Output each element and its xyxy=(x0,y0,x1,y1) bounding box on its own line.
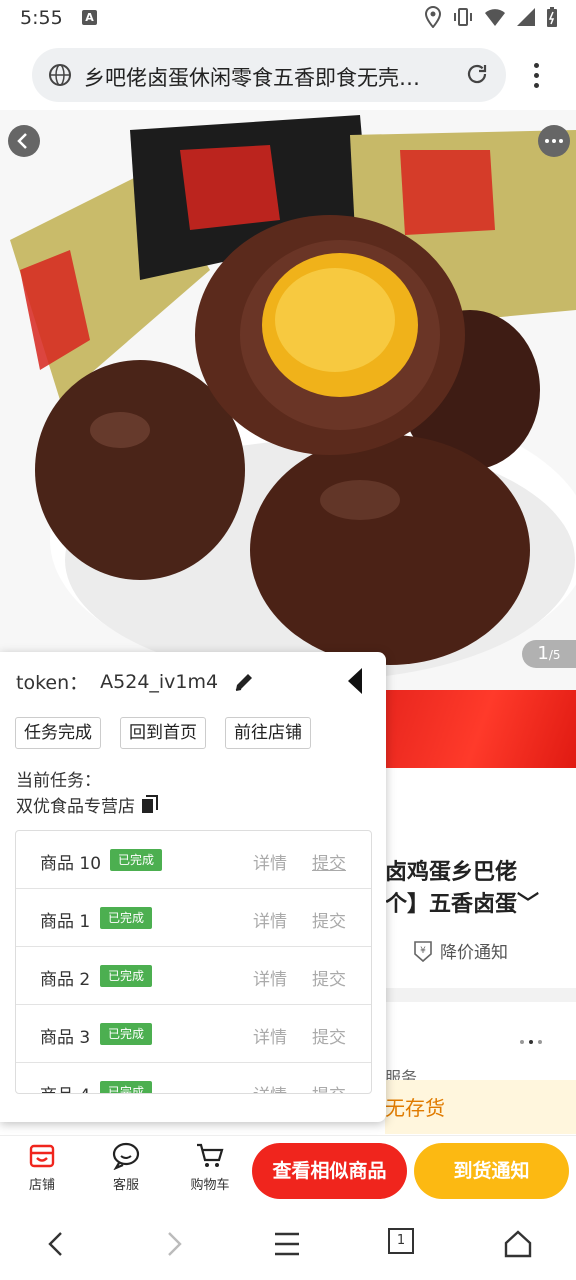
back-arrow-icon xyxy=(17,133,27,149)
row-detail-link[interactable]: 详情 xyxy=(253,907,287,932)
product-photo xyxy=(0,110,576,690)
nav-menu-icon[interactable] xyxy=(272,1228,302,1260)
product-image[interactable] xyxy=(0,110,576,690)
table-row: 商品 1 已完成 详情 提交 xyxy=(16,889,371,947)
vibrate-icon xyxy=(454,8,472,26)
row-submit-link[interactable]: 提交 xyxy=(312,1023,346,1048)
status-time: 5:55 xyxy=(20,7,63,29)
status-bar: 5:55 A xyxy=(0,0,576,36)
token-label: token： xyxy=(16,672,89,694)
token-row: token： A524_iv1m4 xyxy=(16,668,256,695)
wifi-icon xyxy=(485,9,505,26)
cart-icon xyxy=(197,1143,224,1167)
row-submit-link[interactable]: 提交 xyxy=(312,907,346,932)
cart-button[interactable]: 购物车 xyxy=(180,1142,240,1193)
service-label-text: 客服 xyxy=(112,1178,139,1193)
table-row: 商品 3 已完成 详情 提交 xyxy=(16,1005,371,1063)
customer-service-button[interactable]: 客服 xyxy=(96,1142,156,1193)
row-submit-link[interactable]: 提交 xyxy=(312,849,346,874)
row-submit-link[interactable]: 提交 xyxy=(312,1081,346,1093)
status-badge: 已完成 xyxy=(100,907,153,929)
chat-icon xyxy=(112,1142,140,1170)
more-vert-icon[interactable] xyxy=(526,60,546,90)
stock-status: 无存货 xyxy=(385,1096,445,1120)
edit-pencil-icon[interactable] xyxy=(232,670,256,694)
more-horiz-icon xyxy=(545,139,563,143)
view-similar-button[interactable]: 查看相似商品 xyxy=(252,1143,407,1199)
status-badge: 已完成 xyxy=(100,1081,153,1093)
nav-forward-icon[interactable] xyxy=(160,1228,188,1260)
carousel-dots xyxy=(520,1040,542,1044)
panel-collapse-icon[interactable] xyxy=(348,668,362,694)
row-product-name: 商品 2 xyxy=(40,970,91,990)
current-task-label: 当前任务： xyxy=(16,771,101,791)
status-badge: 已完成 xyxy=(100,965,153,987)
promo-banner xyxy=(385,690,576,768)
go-home-button[interactable]: 回到首页 xyxy=(120,717,206,749)
status-badge: 已完成 xyxy=(100,1023,153,1045)
store-icon xyxy=(29,1144,55,1168)
product-title-line2[interactable]: 个】五香卤蛋﹀ xyxy=(385,886,539,918)
token-value: A524_iv1m4 xyxy=(100,670,219,693)
task-table: 商品 10 已完成 详情 提交 商品 1 已完成 详情 提交 商品 2 已完成 … xyxy=(15,830,372,1094)
row-product-name: 商品 3 xyxy=(40,1028,91,1048)
current-task-store: 双优食品专营店 xyxy=(16,792,159,817)
image-counter-total: /5 xyxy=(548,648,561,662)
copy-icon[interactable] xyxy=(141,794,159,815)
section-divider xyxy=(385,988,576,1002)
row-product-name: 商品 10 xyxy=(40,854,102,874)
store-label: 店铺 xyxy=(28,1178,55,1193)
row-product-name: 商品 4 xyxy=(40,1081,90,1093)
image-more-button[interactable] xyxy=(538,125,570,157)
table-row: 商品 2 已完成 详情 提交 xyxy=(16,947,371,1005)
svg-text:¥: ¥ xyxy=(420,946,426,956)
image-back-button[interactable] xyxy=(8,125,40,157)
row-detail-link[interactable]: 详情 xyxy=(253,1081,287,1093)
task-store-name: 双优食品专营店 xyxy=(16,797,135,817)
nav-tabs-icon[interactable]: 1 xyxy=(388,1228,414,1254)
image-counter: 1/5 xyxy=(522,640,576,668)
arrival-notify-button[interactable]: 到货通知 xyxy=(414,1143,569,1199)
status-badge: 已完成 xyxy=(110,849,163,871)
battery-icon xyxy=(547,7,557,27)
price-tag-icon: ¥ xyxy=(414,940,432,962)
nav-back-icon[interactable] xyxy=(42,1228,70,1260)
globe-icon xyxy=(49,64,71,86)
row-product-name: 商品 1 xyxy=(40,912,91,932)
url-bar[interactable]: 乡吧佬卤蛋休闲零食五香即食无壳… xyxy=(32,48,506,102)
table-row: 商品 4 已完成 详情 提交 xyxy=(16,1063,371,1093)
price-drop-notify[interactable]: ¥ 降价通知 xyxy=(412,938,508,963)
nav-home-icon[interactable] xyxy=(503,1228,533,1260)
signal-icon xyxy=(517,8,535,26)
image-counter-current: 1 xyxy=(537,643,549,664)
row-detail-link[interactable]: 详情 xyxy=(253,849,287,874)
row-submit-link[interactable]: 提交 xyxy=(312,965,346,990)
notification-a-icon: A xyxy=(82,10,97,25)
go-store-button[interactable]: 前往店铺 xyxy=(225,717,311,749)
table-row: 商品 10 已完成 详情 提交 xyxy=(16,831,371,889)
task-complete-button[interactable]: 任务完成 xyxy=(15,717,101,749)
store-button[interactable]: 店铺 xyxy=(12,1142,72,1193)
product-title-line1: 卤鸡蛋乡巴佬 xyxy=(385,860,518,885)
cart-label: 购物车 xyxy=(190,1178,230,1193)
url-text[interactable]: 乡吧佬卤蛋休闲零食五香即食无壳… xyxy=(84,62,449,92)
location-icon xyxy=(424,6,442,28)
reload-icon[interactable] xyxy=(464,61,490,87)
row-detail-link[interactable]: 详情 xyxy=(253,965,287,990)
price-drop-label: 降价通知 xyxy=(440,943,508,963)
status-icons xyxy=(424,6,558,28)
row-detail-link[interactable]: 详情 xyxy=(253,1023,287,1048)
